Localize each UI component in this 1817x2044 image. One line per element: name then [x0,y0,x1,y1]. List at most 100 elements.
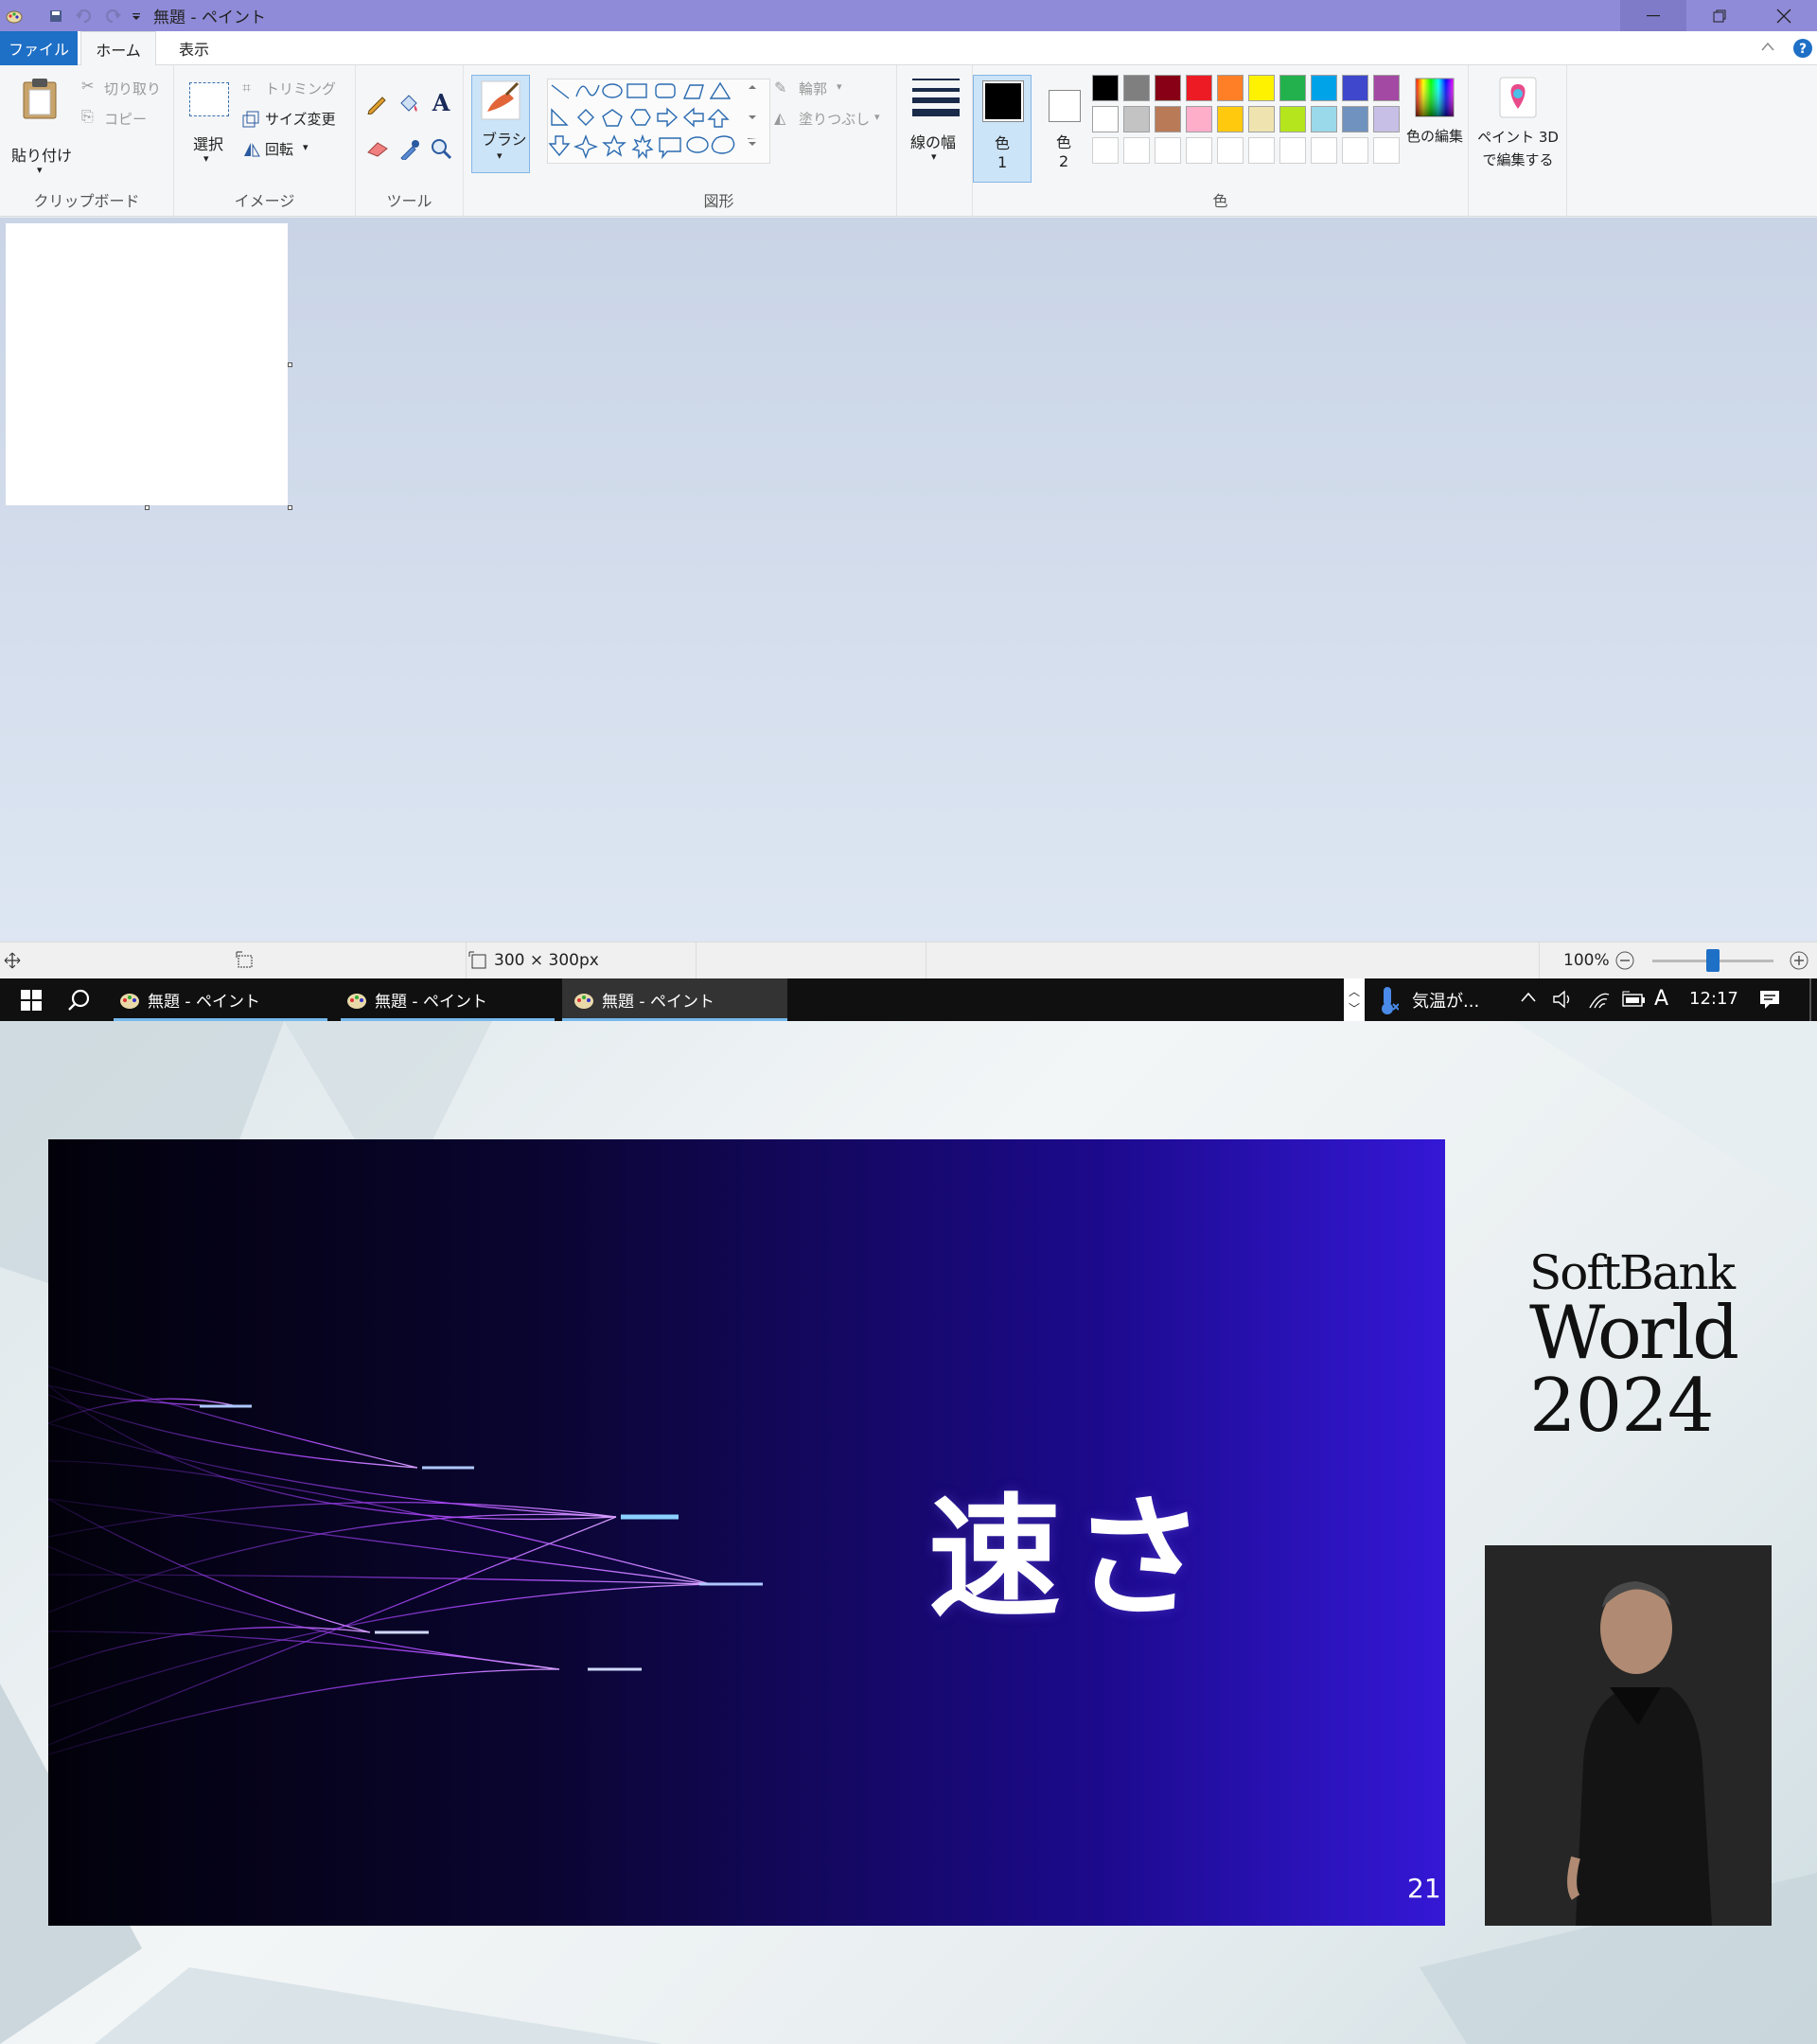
select-button[interactable]: 選択 ▾ [184,82,240,186]
fill-icon[interactable] [397,92,420,115]
palette-swatch[interactable] [1279,75,1306,101]
zoom-out-button[interactable] [1614,950,1635,971]
resize-handle-bottom[interactable] [145,505,150,510]
custom-color-slot[interactable] [1373,137,1400,164]
undo-icon[interactable] [70,0,98,31]
shapes-gallery-icons [548,81,756,160]
custom-color-slot[interactable] [1217,137,1244,164]
custom-color-slot[interactable] [1311,137,1337,164]
zoom-in-button[interactable] [1789,950,1809,971]
color1-button[interactable]: 色 1 [973,75,1032,183]
weather-widget[interactable]: 気温が... [1378,978,1479,1021]
zoom-level-text: 100% [1563,951,1610,970]
resize-handle-right[interactable] [288,362,292,367]
redo-icon[interactable] [98,0,127,31]
brush-icon [481,80,520,120]
palette-swatch[interactable] [1311,106,1337,132]
save-icon[interactable] [42,0,70,31]
taskbar-app-paint-2[interactable]: 無題 - ペイント [341,978,555,1021]
taskbar-app-paint-3[interactable]: 無題 - ペイント [562,978,787,1021]
custom-color-slot[interactable] [1123,137,1150,164]
edit-colors-button[interactable]: 色の編集 [1406,77,1463,181]
taskbar-app-paint-1[interactable]: 無題 - ペイント [114,978,327,1021]
text-icon[interactable]: A [430,90,452,115]
speaker-figure [1485,1545,1772,1926]
custom-color-slot[interactable] [1186,137,1212,164]
tab-view[interactable]: 表示 [161,31,227,65]
paint-app-icon[interactable] [0,0,28,31]
edit-with-paint3d-button[interactable]: ペイント 3D で編集する [1474,77,1561,181]
show-hidden-icons[interactable] [1520,990,1537,1005]
tools-group-label: ツール [386,192,432,210]
help-icon[interactable]: ? [1792,38,1813,59]
brushes-button[interactable]: ブラシ ▾ [471,75,530,173]
scissors-icon: ✂ [81,77,95,95]
palette-swatch[interactable] [1342,75,1368,101]
palette-swatch[interactable] [1155,106,1181,132]
taskbar-app-label: 無題 - ペイント [148,993,260,1012]
palette-swatch[interactable] [1123,75,1150,101]
tab-home[interactable]: ホーム [80,31,156,66]
crop-icon: ⌗ [242,79,252,97]
custom-color-slot[interactable] [1092,137,1119,164]
cursor-position-icon [4,952,21,969]
windows-logo-icon [21,989,42,1011]
close-button[interactable] [1751,0,1817,31]
palette-swatch[interactable] [1373,75,1400,101]
start-button[interactable] [8,978,55,1021]
palette-swatch[interactable] [1123,106,1150,132]
action-center-button[interactable] [1758,989,1781,1010]
custom-color-slot[interactable] [1342,137,1368,164]
canvas-workspace[interactable] [0,218,1817,942]
palette-swatch[interactable] [1279,106,1306,132]
palette-swatch[interactable] [1186,75,1212,101]
eraser-icon[interactable] [365,137,390,158]
collapse-ribbon-icon[interactable] [1760,41,1775,52]
palette-swatch[interactable] [1217,75,1244,101]
pencil-icon[interactable] [365,92,388,115]
palette-swatch[interactable] [1248,106,1275,132]
custom-color-slot[interactable] [1248,137,1275,164]
zoom-slider[interactable] [1652,949,1773,972]
taskbar-scroll[interactable]: ︿ ﹀ [1344,978,1365,1021]
title-bar: 無題 - ペイント [0,0,1817,31]
presentation-video: 速さ 21 SoftBank World 2024 [0,1021,1817,2044]
network-icon[interactable] [1588,989,1611,1010]
drawing-canvas[interactable] [6,223,288,505]
minimize-button[interactable] [1620,0,1686,31]
tab-file[interactable]: ファイル [0,31,78,65]
palette-swatch[interactable] [1373,106,1400,132]
custom-color-slot[interactable] [1279,137,1306,164]
line-width-icon [912,79,960,116]
zoom-slider-thumb[interactable] [1706,949,1720,972]
copy-label: コピー [104,111,148,128]
search-button[interactable] [55,978,102,1021]
shapes-gallery[interactable] [547,79,770,164]
palette-swatch[interactable] [1092,106,1119,132]
custom-color-slot[interactable] [1155,137,1181,164]
color-picker-icon[interactable] [397,137,420,160]
color1-swatch [982,80,1024,122]
palette-swatch[interactable] [1186,106,1212,132]
fill-shape-icon: ◭ [774,109,786,127]
line-width-button[interactable]: 線の幅 ▾ [903,77,969,181]
resize-handle-corner[interactable] [288,505,292,510]
battery-icon[interactable] [1620,990,1647,1009]
color2-button[interactable]: 色 2 [1035,75,1094,183]
palette-swatch[interactable] [1217,106,1244,132]
palette-swatch[interactable] [1155,75,1181,101]
volume-icon[interactable] [1552,989,1575,1010]
magnifier-icon[interactable] [430,137,452,160]
restore-button[interactable] [1686,0,1753,31]
show-desktop-button[interactable] [1809,978,1811,1021]
group-image: 選択 ▾ ⌗ トリミング サイズ変更 回転 ▾ イメージ [174,65,356,217]
palette-swatch[interactable] [1248,75,1275,101]
palette-swatch[interactable] [1311,75,1337,101]
customize-dropdown-icon[interactable] [127,0,146,31]
palette-swatch[interactable] [1092,75,1119,101]
shapes-group-label: 図形 [703,192,734,210]
clock[interactable]: 12:17 [1689,989,1738,1009]
paste-button[interactable]: 貼り付け ▾ [6,77,72,181]
ime-indicator[interactable]: A [1654,987,1668,1011]
palette-swatch[interactable] [1342,106,1368,132]
